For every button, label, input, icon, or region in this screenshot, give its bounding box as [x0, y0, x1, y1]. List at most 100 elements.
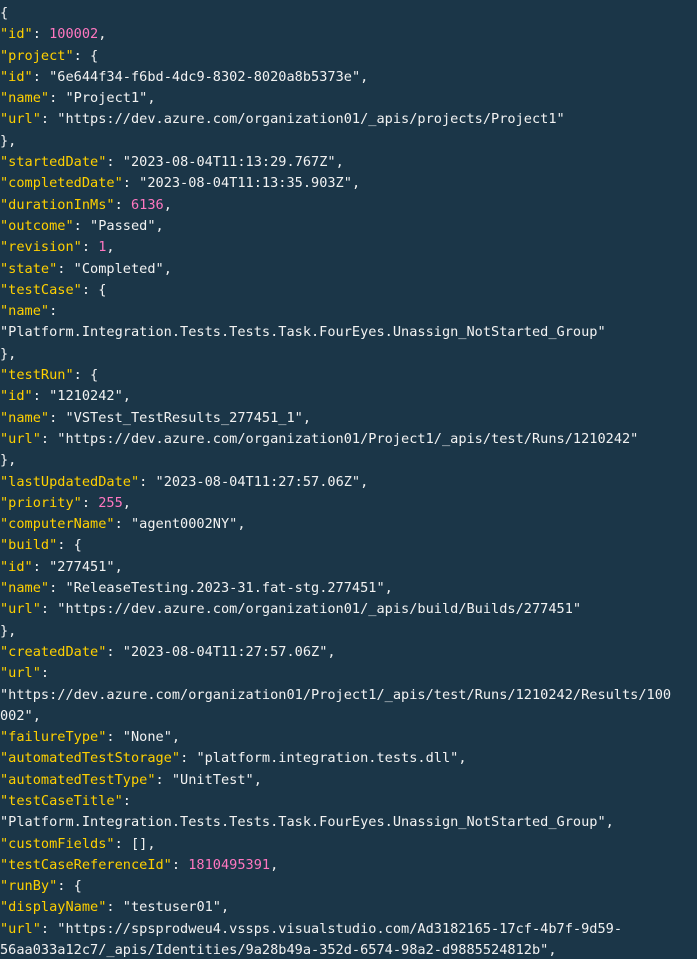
- json-punctuation: ,: [32, 707, 41, 724]
- code-line: "runBy": {: [0, 876, 697, 897]
- json-number: 6136: [130, 196, 164, 213]
- code-line: "priority": 255,: [0, 493, 697, 514]
- json-string: "UnitTest": [171, 771, 254, 788]
- json-punctuation: ,: [237, 516, 246, 533]
- json-punctuation: ,: [98, 26, 107, 43]
- json-punctuation: {: [0, 5, 9, 21]
- json-punctuation: ,: [253, 771, 262, 788]
- json-key: "id": [0, 26, 33, 43]
- code-line: "completedDate": "2023-08-04T11:13:35.90…: [0, 173, 697, 194]
- json-punctuation: ,: [163, 260, 172, 277]
- json-string: "https://dev.azure.com/organization01/Pr…: [57, 430, 639, 447]
- code-line: },: [0, 344, 697, 365]
- json-punctuation: :: [122, 175, 140, 192]
- json-string: "https://dev.azure.com/organization01/Pr…: [0, 686, 672, 703]
- json-punctuation: ,: [114, 558, 123, 575]
- json-punctuation: :: [40, 601, 58, 618]
- json-string: "6e644f34-f6bd-4dc9-8302-8020a8b5373e": [49, 68, 361, 85]
- code-line: "name": "Project1",: [0, 88, 697, 109]
- json-punctuation: ,: [548, 942, 557, 959]
- json-key: "testCaseReferenceId": [0, 856, 172, 873]
- json-string: "1210242": [49, 388, 123, 405]
- json-key: "revision": [0, 239, 82, 256]
- json-punctuation: :: [40, 920, 58, 937]
- code-line: "displayName": "testuser01",: [0, 897, 697, 918]
- code-line: "testRun": {: [0, 365, 697, 386]
- json-key: "failureType": [0, 729, 107, 746]
- json-punctuation: :: [106, 899, 123, 916]
- json-string: "None": [122, 729, 172, 746]
- code-line: "outcome": "Passed",: [0, 216, 697, 237]
- json-punctuation: :: [40, 665, 50, 682]
- code-line: {: [0, 3, 697, 24]
- json-string: "2023-08-04T11:13:35.903Z": [139, 175, 352, 192]
- json-punctuation: :: [32, 68, 50, 85]
- code-line: },: [0, 131, 697, 152]
- json-key: "automatedTestType": [0, 771, 156, 788]
- json-punctuation: ,: [384, 580, 393, 597]
- json-string: "Platform.Integration.Tests.Tests.Task.F…: [0, 814, 606, 831]
- json-punctuation: :: [106, 643, 123, 660]
- json-string: "VSTest_TestResults_277451_1": [65, 409, 303, 426]
- json-string: "https://dev.azure.com/organization01/_a…: [57, 111, 565, 128]
- code-line: "url": "https://dev.azure.com/organizati…: [0, 599, 697, 620]
- json-number: 1810495391: [188, 856, 271, 873]
- json-punctuation: ,: [360, 473, 369, 490]
- json-key: "outcome": [0, 217, 74, 234]
- json-punctuation: ,: [270, 856, 279, 873]
- json-punctuation: : [],: [114, 835, 156, 852]
- code-line: "automatedTestStorage": "platform.integr…: [0, 748, 697, 769]
- json-key: "priority": [0, 494, 82, 511]
- json-punctuation: :: [171, 856, 189, 873]
- code-line: },: [0, 450, 697, 471]
- code-line: "id": "1210242",: [0, 386, 697, 407]
- json-key: "name": [0, 303, 50, 320]
- code-line: "name": "VSTest_TestResults_277451_1",: [0, 408, 697, 429]
- json-punctuation: : {: [73, 367, 99, 384]
- json-punctuation: :: [49, 409, 66, 426]
- json-punctuation: ,: [458, 750, 467, 767]
- json-punctuation: },: [0, 132, 17, 149]
- code-line: "id": "6e644f34-f6bd-4dc9-8302-8020a8b53…: [0, 67, 697, 88]
- json-key: "url": [0, 601, 41, 618]
- json-punctuation: },: [0, 452, 17, 469]
- json-key: "computerName": [0, 516, 115, 533]
- json-key: "customFields": [0, 835, 115, 852]
- code-line: "failureType": "None",: [0, 727, 697, 748]
- json-key: "url": [0, 430, 41, 447]
- json-key: "project": [0, 47, 74, 64]
- json-punctuation: ,: [360, 68, 369, 85]
- code-line: "url": "https://dev.azure.com/organizati…: [0, 109, 697, 130]
- json-string: "https://dev.azure.com/organization01/_a…: [57, 601, 582, 618]
- json-key: "id": [0, 68, 33, 85]
- json-key: "id": [0, 388, 33, 405]
- json-punctuation: :: [106, 729, 123, 746]
- code-line: "https://dev.azure.com/organization01/Pr…: [0, 685, 697, 706]
- json-key: "testCase": [0, 281, 82, 298]
- code-line: "name": "ReleaseTesting.2023-31.fat-stg.…: [0, 578, 697, 599]
- json-key: "durationInMs": [0, 196, 115, 213]
- json-string: "2023-08-04T11:27:57.06Z": [122, 643, 328, 660]
- json-punctuation: : {: [57, 878, 82, 895]
- code-line: "name":: [0, 301, 697, 322]
- json-key: "completedDate": [0, 175, 123, 192]
- json-punctuation: :: [73, 217, 91, 234]
- json-string: "Project1": [65, 90, 148, 107]
- code-line: "Platform.Integration.Tests.Tests.Task.F…: [0, 812, 697, 833]
- json-punctuation: :: [122, 792, 131, 809]
- code-line: "url": "https://spsprodweu4.vssps.visual…: [0, 919, 697, 940]
- code-line: "url": "https://dev.azure.com/organizati…: [0, 429, 697, 450]
- json-punctuation: :: [32, 388, 50, 405]
- code-line: "automatedTestType": "UnitTest",: [0, 770, 697, 791]
- json-string: "ReleaseTesting.2023-31.fat-stg.277451": [65, 580, 385, 597]
- json-key: "testRun": [0, 367, 74, 384]
- json-key: "createdDate": [0, 643, 107, 660]
- json-string: 56aa033a12c7/_apis/Identities/9a28b49a-3…: [0, 942, 549, 959]
- code-line: "url":: [0, 663, 697, 684]
- json-punctuation: ,: [171, 729, 181, 746]
- json-punctuation: ,: [155, 217, 164, 234]
- json-punctuation: :: [32, 558, 50, 575]
- json-string: "2023-08-04T11:27:57.06Z": [155, 473, 361, 490]
- code-line: "customFields": [],: [0, 834, 697, 855]
- json-key: "runBy": [0, 878, 58, 895]
